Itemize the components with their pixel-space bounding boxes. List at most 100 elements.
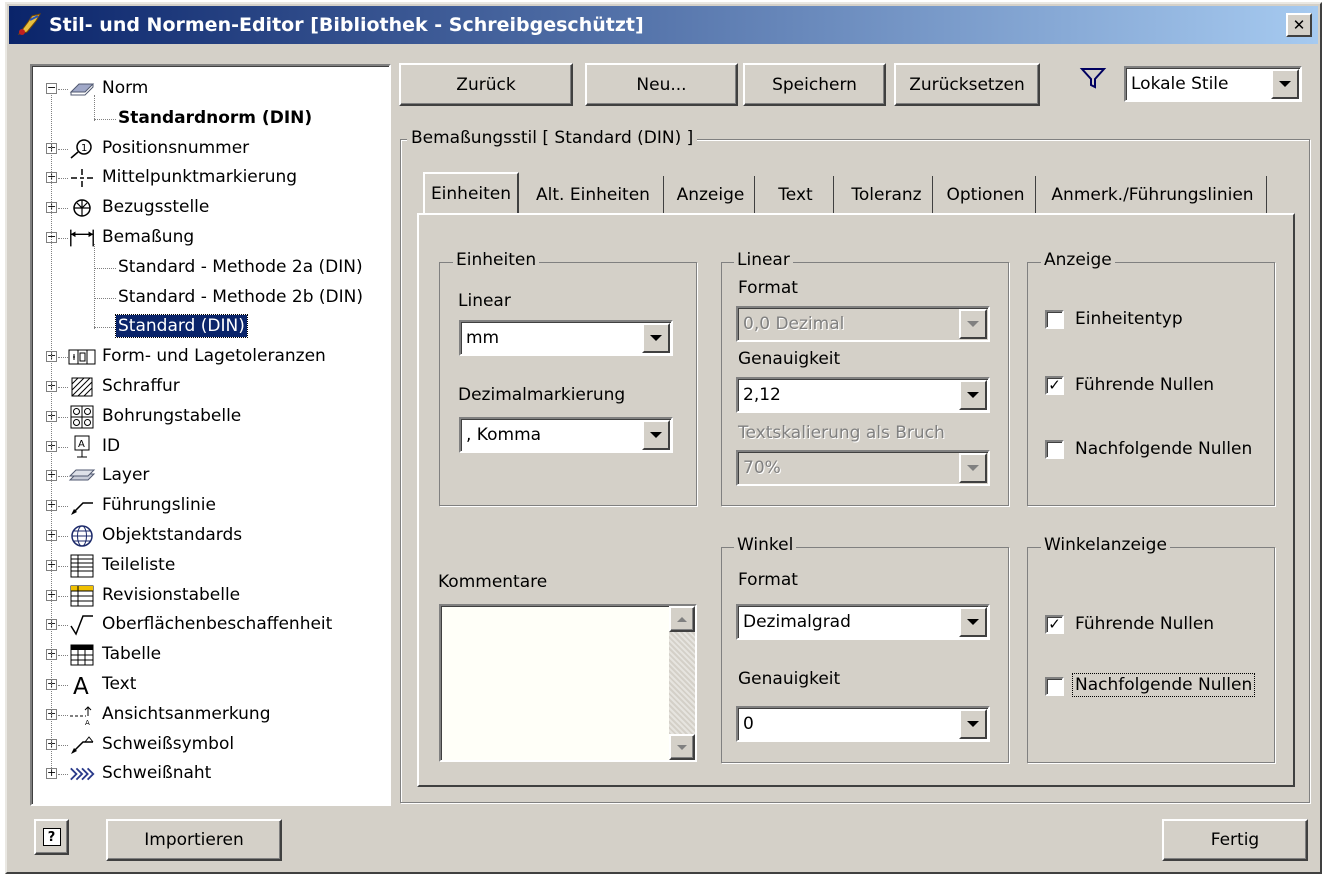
text-icon: A xyxy=(68,673,96,697)
tab-text[interactable]: Text xyxy=(758,176,834,214)
tree-item[interactable]: + Form- und Lagetoleranzen xyxy=(32,343,387,371)
chevron-down-icon[interactable] xyxy=(959,607,987,637)
tree-item[interactable]: + Oberflächenbeschaffenheit xyxy=(32,611,387,639)
angle-leading-zeros-label[interactable]: Führende Nullen xyxy=(1075,614,1214,634)
unit-type-checkbox[interactable] xyxy=(1045,310,1064,329)
tab-anzeige-label: Anzeige xyxy=(676,185,745,205)
decimal-marker-dropdown[interactable]: , Komma xyxy=(459,417,673,453)
tab-optionen[interactable]: Optionen xyxy=(936,176,1036,214)
tab-einheiten-label: Einheiten xyxy=(430,184,512,204)
tree-item[interactable]: Standard (DIN) xyxy=(32,313,387,341)
tree-item[interactable]: Standard - Methode 2b (DIN) xyxy=(32,284,387,312)
tree-item[interactable]: − Norm xyxy=(32,75,387,103)
tree-item[interactable]: + Objektstandards xyxy=(32,522,387,550)
display-group-title: Anzeige xyxy=(1041,250,1115,270)
tree-item[interactable]: + A ID xyxy=(32,433,387,461)
tab-toleranz[interactable]: Toleranz xyxy=(841,176,933,214)
leading-zeros-checkbox[interactable]: ✓ xyxy=(1045,376,1064,395)
angle-format-value: Dezimalgrad xyxy=(743,612,851,632)
tree-item[interactable]: + A Ansichtsanmerkung xyxy=(32,701,387,729)
angle-trailing-zeros-label[interactable]: Nachfolgende Nullen xyxy=(1071,673,1256,697)
fraction-scaling-label: Textskalierung als Bruch xyxy=(738,423,945,443)
tree-item[interactable]: + A Text xyxy=(32,671,387,699)
partslist-icon xyxy=(68,554,96,578)
comments-scrollbar[interactable] xyxy=(669,606,695,760)
leading-zeros-label[interactable]: Führende Nullen xyxy=(1075,375,1214,395)
chevron-down-icon[interactable] xyxy=(959,709,987,739)
chevron-up-icon xyxy=(677,616,687,622)
tree-item[interactable]: Standard - Methode 2a (DIN) xyxy=(32,254,387,282)
tree-item-label: Positionsnummer xyxy=(102,137,250,158)
chevron-down-icon[interactable] xyxy=(959,380,987,410)
done-button[interactable]: Fertig xyxy=(1162,819,1308,861)
tab-anmerk-fuehrungslinien[interactable]: Anmerk./Führungslinien xyxy=(1039,176,1267,214)
angle-leading-zeros-checkbox[interactable]: ✓ xyxy=(1045,615,1064,634)
save-button[interactable]: Speichern xyxy=(743,63,886,106)
linear-precision-value: 2,12 xyxy=(743,385,781,405)
tree-item[interactable]: +1 Positionsnummer xyxy=(32,135,387,163)
done-button-label: Fertig xyxy=(1210,830,1260,850)
tree-item-label: Ansichtsanmerkung xyxy=(102,703,271,724)
tree-connector xyxy=(58,565,68,567)
filter-icon[interactable] xyxy=(1079,66,1107,95)
style-tree[interactable]: − Norm Standardnorm (DIN) +1 Positionsnummer… xyxy=(30,64,391,806)
close-button[interactable]: ✕ xyxy=(1286,13,1312,37)
tree-connector xyxy=(58,416,68,418)
back-button[interactable]: Zurück xyxy=(399,63,573,106)
tree-item-label: Oberflächenbeschaffenheit xyxy=(102,614,333,635)
tree-item[interactable]: + Bezugsstelle xyxy=(32,194,387,222)
tab-anzeige[interactable]: Anzeige xyxy=(667,176,755,214)
tree-item[interactable]: − Bemaßung xyxy=(32,224,387,252)
tab-alt-einheiten[interactable]: Alt. Einheiten xyxy=(523,176,664,214)
help-button[interactable]: ? xyxy=(34,819,69,855)
tree-item[interactable]: + Schweißnaht xyxy=(32,760,387,788)
comments-textarea[interactable] xyxy=(439,604,697,762)
scroll-down-button[interactable] xyxy=(669,734,695,760)
chevron-down-icon[interactable] xyxy=(1271,69,1299,99)
linear-units-dropdown[interactable]: mm xyxy=(459,320,673,356)
tree-item[interactable]: Standardnorm (DIN) xyxy=(32,105,387,133)
chevron-down-icon xyxy=(959,453,987,483)
unit-type-label[interactable]: Einheitentyp xyxy=(1075,309,1183,329)
chevron-down-icon[interactable] xyxy=(642,323,670,353)
tree-item[interactable]: + Teileliste xyxy=(32,552,387,580)
style-filter-dropdown[interactable]: Lokale Stile xyxy=(1124,66,1302,102)
scroll-up-button[interactable] xyxy=(669,606,695,632)
save-button-label: Speichern xyxy=(772,74,857,95)
tree-item[interactable]: + Layer xyxy=(32,462,387,490)
tab-einheiten[interactable]: Einheiten xyxy=(423,172,519,214)
import-button[interactable]: Importieren xyxy=(106,819,282,861)
tree-item[interactable]: + Führungslinie xyxy=(32,492,387,520)
tree-item[interactable]: + Bohrungstabelle xyxy=(32,403,387,431)
collapse-icon[interactable]: − xyxy=(46,82,57,94)
tree-item[interactable]: + Schweißsymbol xyxy=(32,731,387,759)
leader-icon xyxy=(68,494,96,518)
new-button[interactable]: Neu... xyxy=(585,63,738,106)
tree-item[interactable]: + Schraffur xyxy=(32,373,387,401)
tree-connector xyxy=(94,244,95,330)
import-button-label: Importieren xyxy=(144,830,244,850)
chevron-down-icon[interactable] xyxy=(642,420,670,450)
tree-item-label: Schweißsymbol xyxy=(102,733,235,754)
reset-button[interactable]: Zurücksetzen xyxy=(894,63,1040,106)
tree-item-label: Schweißnaht xyxy=(102,763,212,784)
tree-connector xyxy=(58,238,68,239)
tree-item-label: Bezugsstelle xyxy=(102,197,210,218)
tree-item[interactable]: + Revisionstabelle xyxy=(32,582,387,610)
trailing-zeros-checkbox[interactable] xyxy=(1045,440,1064,459)
angle-format-dropdown[interactable]: Dezimalgrad xyxy=(736,604,990,640)
id-icon: A xyxy=(68,435,96,459)
tree-item[interactable]: + Mittelpunktmarkierung xyxy=(32,164,387,192)
dimension-icon xyxy=(68,226,96,250)
tree-item[interactable]: + Tabelle xyxy=(32,641,387,669)
expand-icon[interactable]: + xyxy=(46,767,57,780)
tree-item-label: Mittelpunktmarkierung xyxy=(102,167,298,188)
linear-precision-dropdown[interactable]: 2,12 xyxy=(736,377,990,413)
angle-precision-dropdown[interactable]: 0 xyxy=(736,706,990,742)
close-icon: ✕ xyxy=(1292,16,1306,34)
title-bar[interactable]: Stil- und Normen-Editor [Bibliothek - Sc… xyxy=(9,6,1318,44)
fraction-scaling-dropdown: 70% xyxy=(736,450,990,486)
angle-trailing-zeros-checkbox[interactable] xyxy=(1045,677,1064,696)
trailing-zeros-label[interactable]: Nachfolgende Nullen xyxy=(1075,439,1252,459)
angle-leading-zeros-check-mark: ✓ xyxy=(1048,615,1061,633)
